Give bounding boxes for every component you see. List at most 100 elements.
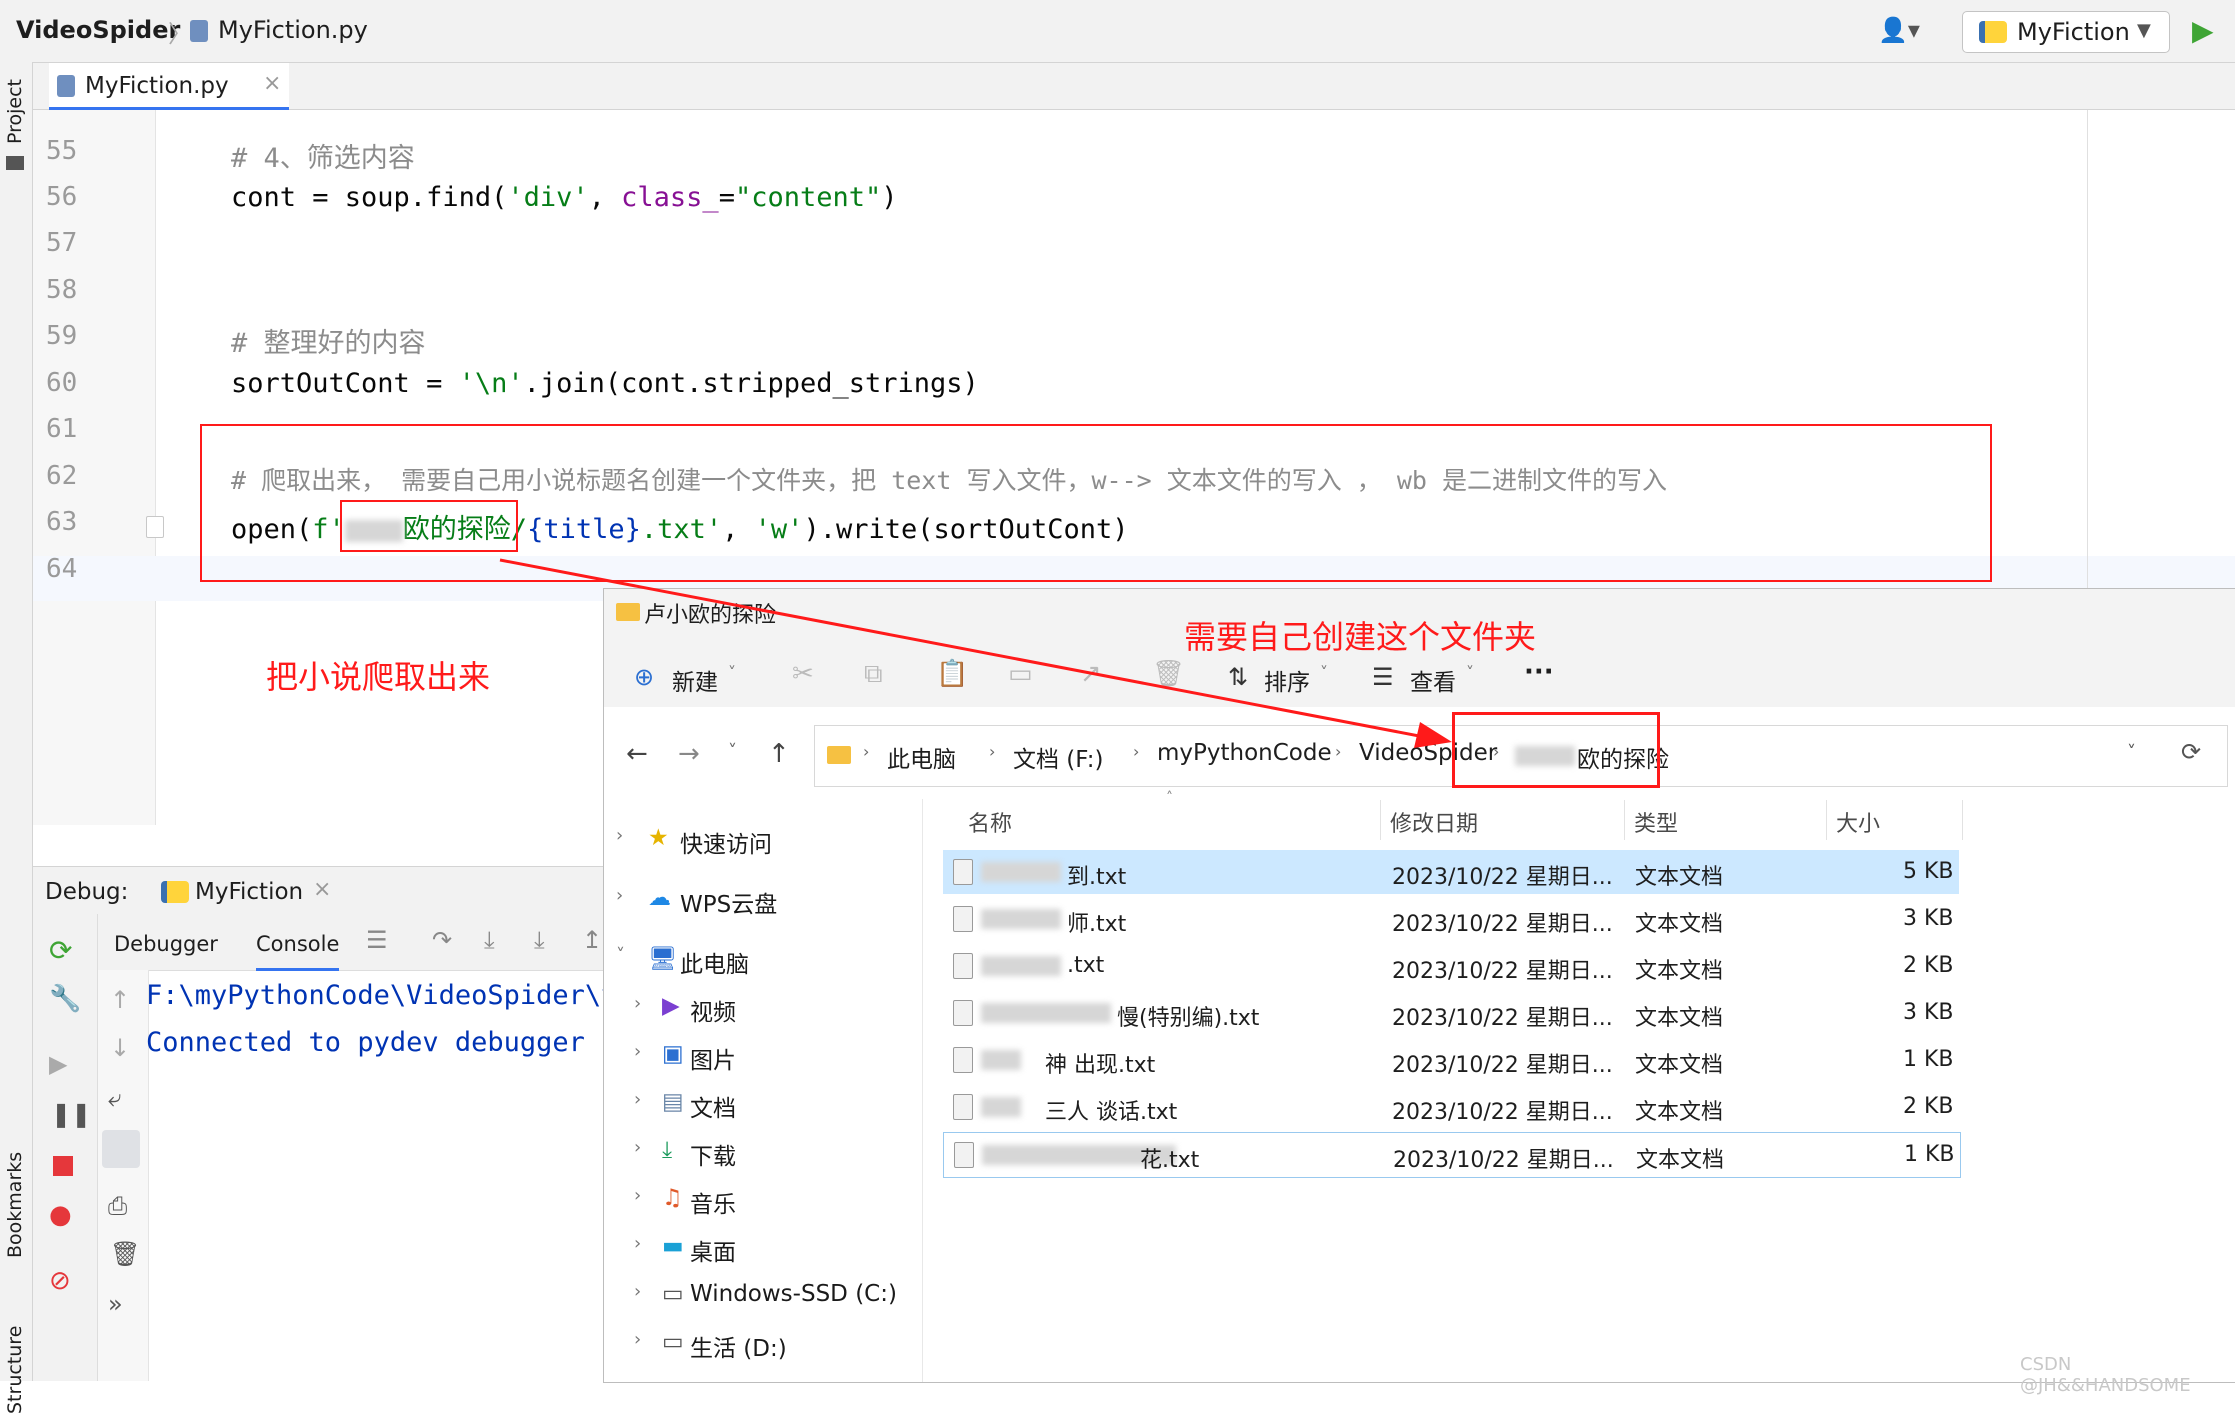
mute-breakpoints-icon[interactable]: ⊘ <box>49 1266 71 1296</box>
chevron-down-icon[interactable]: ˅ <box>2127 742 2136 763</box>
paste-icon[interactable]: 📋 <box>936 659 968 689</box>
stop-icon[interactable] <box>53 1156 73 1176</box>
sidebar-item-wps[interactable]: WPS云盘 <box>680 885 777 919</box>
file-row[interactable]: 师.txt 2023/10/22 星期日... 文本文档 3 KB <box>943 897 1959 941</box>
view-icon[interactable]: ☰ <box>1372 663 1394 691</box>
up-icon[interactable]: ↑ <box>768 739 790 769</box>
drive-icon: ▭ <box>662 1281 684 1307</box>
rerun-icon[interactable]: ⟳ <box>49 934 72 967</box>
recent-chevron-icon[interactable]: ˅ <box>728 741 737 762</box>
step-into-my-code-icon[interactable]: ⤓ <box>534 926 545 954</box>
chevron-down-icon: ˅ <box>1320 663 1328 682</box>
sidebar-item-pictures[interactable]: 图片 <box>690 1041 736 1075</box>
more-icon[interactable]: » <box>108 1290 123 1318</box>
clear-icon[interactable]: 🗑 <box>110 1240 140 1268</box>
code-line-55[interactable]: # 4、筛选内容 <box>231 136 415 175</box>
project-tool-tab[interactable]: Project <box>4 79 26 144</box>
column-header-date[interactable]: 修改日期 <box>1390 806 1478 838</box>
file-row[interactable]: 三人 谈话.txt 2023/10/22 星期日... 文本文档 2 KB <box>943 1085 1959 1129</box>
forward-icon[interactable]: → <box>678 739 700 769</box>
project-name[interactable]: VideoSpider <box>16 16 180 44</box>
sidebar-item-music[interactable]: 音乐 <box>690 1185 736 1219</box>
step-into-icon[interactable]: ⤓ <box>484 926 495 954</box>
rename-icon[interactable]: ▭ <box>1008 659 1033 689</box>
collapse-chevron-icon[interactable]: ˅ <box>616 945 625 966</box>
share-icon[interactable]: ↗ <box>1080 659 1102 689</box>
settings-icon[interactable]: 🔧 <box>49 984 81 1014</box>
tab-console[interactable]: Console <box>256 932 340 971</box>
expand-chevron-icon[interactable]: › <box>634 1041 641 1062</box>
sidebar-item-drive-c[interactable]: Windows-SSD (C:) <box>690 1281 897 1307</box>
scroll-to-end-icon[interactable] <box>102 1130 140 1168</box>
view-button[interactable]: 查看 <box>1410 663 1456 697</box>
menu-icon[interactable]: ☰ <box>366 926 388 954</box>
sidebar-item-drive-d[interactable]: 生活 (D:) <box>690 1329 787 1363</box>
breakpoints-icon[interactable]: ● <box>49 1200 72 1230</box>
file-row[interactable]: 到.txt 2023/10/22 星期日... 文本文档 5 KB <box>943 850 1959 894</box>
python-file-icon <box>190 20 208 42</box>
tool-window-strip: Project Bookmarks Structure <box>0 62 33 1414</box>
breadcrumb-item[interactable]: 文档 (F:) <box>1013 740 1103 774</box>
expand-chevron-icon[interactable]: › <box>634 1281 641 1302</box>
file-row[interactable]: 神 出现.txt 2023/10/22 星期日... 文本文档 1 KB <box>943 1038 1959 1082</box>
column-header-size[interactable]: 大小 <box>1836 806 1880 838</box>
debug-config-label[interactable]: MyFiction <box>195 879 303 905</box>
expand-chevron-icon[interactable]: › <box>634 1329 641 1350</box>
editor-tab[interactable]: MyFiction.py × <box>49 63 289 110</box>
back-icon[interactable]: ← <box>626 739 648 769</box>
structure-tool-tab[interactable]: Structure <box>4 1326 26 1414</box>
breadcrumb-item[interactable]: 此电脑 <box>887 740 956 774</box>
code-line-60[interactable]: sortOutCont = '\n'.join(cont.stripped_st… <box>231 368 979 399</box>
fold-marker-icon[interactable] <box>146 516 164 538</box>
cut-icon[interactable]: ✂ <box>792 659 814 689</box>
step-over-icon[interactable]: ↷ <box>432 926 452 954</box>
expand-chevron-icon[interactable]: › <box>634 1185 641 1206</box>
code-line-56[interactable]: cont = soup.find('div', class_="content"… <box>231 182 898 213</box>
soft-wrap-icon[interactable]: ⤶ <box>108 1084 121 1112</box>
pause-icon[interactable]: ❚❚ <box>51 1100 91 1128</box>
close-icon[interactable]: × <box>263 71 281 96</box>
expand-chevron-icon[interactable]: › <box>616 885 623 906</box>
breadcrumb-file[interactable]: MyFiction.py <box>218 16 368 44</box>
file-name: 花.txt <box>1140 1148 1200 1173</box>
editor-tab-label: MyFiction.py <box>85 73 229 99</box>
refresh-icon[interactable]: ⟳ <box>2181 738 2201 766</box>
column-header-name[interactable]: 名称 <box>968 806 1012 838</box>
run-icon[interactable]: ▶ <box>2192 14 2214 47</box>
print-icon[interactable]: ⎙ <box>108 1192 127 1220</box>
file-row[interactable]: 慢(特别编).txt 2023/10/22 星期日... 文本文档 3 KB <box>943 991 1959 1035</box>
close-icon[interactable]: × <box>313 877 331 902</box>
expand-chevron-icon[interactable]: › <box>616 825 623 846</box>
sidebar-item-downloads[interactable]: 下载 <box>690 1137 736 1171</box>
console-line: F:\myPythonCode\VideoSpider\v <box>146 980 618 1011</box>
bookmarks-tool-tab[interactable]: Bookmarks <box>4 1152 26 1258</box>
tab-debugger[interactable]: Debugger <box>114 932 218 956</box>
new-button[interactable]: 新建 <box>672 663 718 697</box>
run-config-select[interactable]: MyFiction ▼ <box>1962 11 2170 53</box>
delete-icon[interactable]: 🗑 <box>1152 659 1185 689</box>
down-arrow-icon[interactable]: ↓ <box>110 1034 130 1062</box>
sort-icon[interactable]: ⇅ <box>1228 663 1248 691</box>
breadcrumb-item[interactable]: myPythonCode <box>1157 740 1332 766</box>
user-icon[interactable]: 👤▾ <box>1878 16 1920 44</box>
sidebar-item-videos[interactable]: 视频 <box>690 993 736 1027</box>
copy-icon[interactable]: ⧉ <box>864 659 883 690</box>
sidebar-item-desktop[interactable]: 桌面 <box>690 1233 736 1267</box>
step-out-icon[interactable]: ↥ <box>582 926 602 954</box>
column-header-type[interactable]: 类型 <box>1634 806 1678 838</box>
more-button[interactable]: ··· <box>1524 657 1554 687</box>
sort-button[interactable]: 排序 <box>1264 663 1310 697</box>
sidebar-item-this-pc[interactable]: 此电脑 <box>680 945 749 979</box>
expand-chevron-icon[interactable]: › <box>634 1233 641 1254</box>
up-arrow-icon[interactable]: ↑ <box>110 986 130 1014</box>
sidebar-item-documents[interactable]: 文档 <box>690 1089 736 1123</box>
file-row[interactable]: .txt 2023/10/22 星期日... 文本文档 2 KB <box>943 944 1959 988</box>
code-line-59[interactable]: # 整理好的内容 <box>231 321 426 360</box>
expand-chevron-icon[interactable]: › <box>634 1089 641 1110</box>
file-row[interactable]: 花.txt 2023/10/22 星期日... 文本文档 1 KB <box>943 1132 1961 1178</box>
expand-chevron-icon[interactable]: › <box>634 1137 641 1158</box>
sidebar-item-quick-access[interactable]: 快速访问 <box>680 825 772 859</box>
new-icon[interactable]: ⊕ <box>634 663 654 691</box>
expand-chevron-icon[interactable]: › <box>634 993 641 1014</box>
resume-icon[interactable]: ▶ <box>49 1050 67 1078</box>
